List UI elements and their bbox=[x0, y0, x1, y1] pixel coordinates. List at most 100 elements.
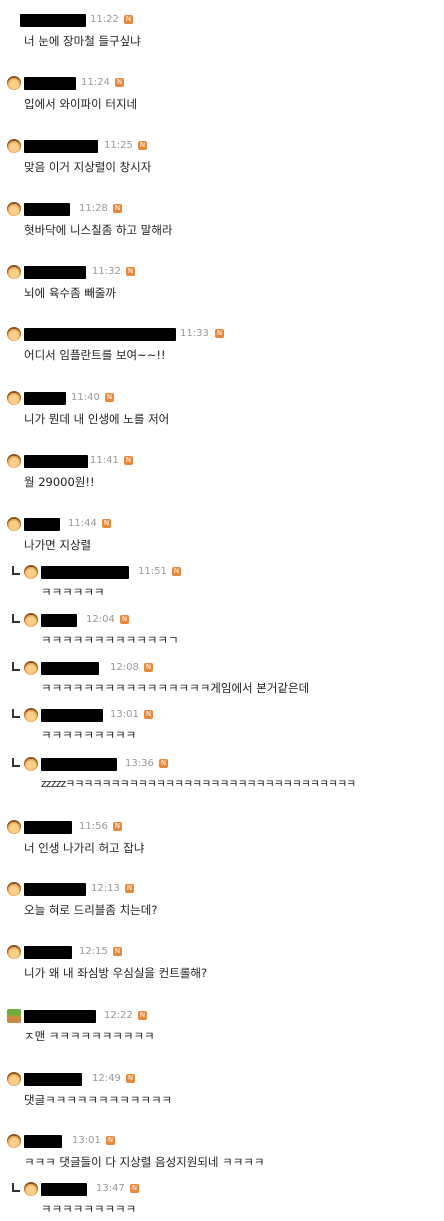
comment-time: 13:36 bbox=[125, 758, 154, 769]
new-badge: N bbox=[124, 456, 133, 465]
avatar-icon[interactable] bbox=[7, 517, 21, 531]
comment-time: 11:25 bbox=[104, 140, 133, 151]
comment-text: 월 29000원!! bbox=[24, 475, 95, 489]
comment-text: 니가 뭔데 내 인생에 노를 저어 bbox=[24, 412, 170, 426]
author-name-redacted[interactable] bbox=[41, 566, 129, 579]
author-name-redacted[interactable] bbox=[24, 1135, 62, 1148]
author-name-redacted[interactable] bbox=[24, 455, 88, 468]
comment-time: 11:51 bbox=[138, 566, 167, 577]
new-badge: N bbox=[144, 663, 153, 672]
author-name-redacted[interactable] bbox=[41, 614, 77, 627]
comment-text: ㅋㅋㅋㅋㅋㅋㅋㅋㅋㅋㅋㅋㅋㅋㅋㅋ게임에서 본거같은데 bbox=[41, 681, 310, 695]
avatar-icon[interactable] bbox=[7, 265, 21, 279]
avatar-icon[interactable] bbox=[24, 708, 38, 722]
author-name-redacted[interactable] bbox=[24, 77, 76, 90]
author-name-redacted[interactable] bbox=[24, 883, 86, 896]
avatar-icon[interactable] bbox=[7, 76, 21, 90]
author-name-redacted[interactable] bbox=[24, 821, 72, 834]
author-name-redacted[interactable] bbox=[41, 709, 103, 722]
new-badge: N bbox=[215, 329, 224, 338]
reply-arrow-icon bbox=[12, 758, 20, 767]
author-name-redacted[interactable] bbox=[24, 946, 72, 959]
comment-text: ㅋㅋㅋㅋㅋㅋ bbox=[41, 585, 105, 599]
avatar-icon[interactable] bbox=[24, 757, 38, 771]
reply-arrow-icon bbox=[12, 662, 20, 671]
author-name-redacted[interactable] bbox=[41, 758, 117, 771]
avatar-icon[interactable] bbox=[7, 1134, 21, 1148]
comment-time: 13:01 bbox=[110, 709, 139, 720]
new-badge: N bbox=[105, 393, 114, 402]
comment-time: 11:41 bbox=[90, 455, 119, 466]
comment-text: 나가면 지상렬 bbox=[24, 538, 92, 552]
comment-text: ㅋㅋㅋㅋㅋㅋㅋㅋㅋ bbox=[41, 728, 137, 742]
comment-time: 11:33 bbox=[180, 328, 209, 339]
avatar-icon[interactable] bbox=[24, 613, 38, 627]
author-name-redacted[interactable] bbox=[24, 266, 86, 279]
new-badge: N bbox=[120, 615, 129, 624]
new-badge: N bbox=[130, 1184, 139, 1193]
avatar-icon[interactable] bbox=[24, 565, 38, 579]
author-name-redacted[interactable] bbox=[20, 14, 86, 27]
reply-arrow-icon bbox=[12, 566, 20, 575]
author-name-redacted[interactable] bbox=[24, 392, 66, 405]
author-name-redacted[interactable] bbox=[41, 1183, 87, 1196]
author-name-redacted[interactable] bbox=[24, 328, 176, 341]
comment-time: 12:49 bbox=[92, 1073, 121, 1084]
comment-time: 12:22 bbox=[104, 1010, 133, 1021]
avatar-icon[interactable] bbox=[7, 202, 21, 216]
reply-arrow-icon bbox=[12, 1183, 20, 1192]
avatar-icon[interactable] bbox=[7, 327, 21, 341]
comment-list: 11:22 N 너 눈에 장마철 들구싶냐 11:24 N 입에서 와이파이 터… bbox=[0, 0, 444, 1221]
comment-time: 11:40 bbox=[71, 392, 100, 403]
comment-text: ㅋㅋㅋㅋㅋㅋㅋㅋㅋ bbox=[41, 1202, 137, 1216]
new-badge: N bbox=[113, 947, 122, 956]
comment-text: 입에서 와이파이 터지네 bbox=[24, 97, 138, 111]
comment-text: 맞음 이거 지상렬이 창시자 bbox=[24, 160, 152, 174]
new-badge: N bbox=[126, 267, 135, 276]
avatar-icon[interactable] bbox=[24, 1182, 38, 1196]
author-name-redacted[interactable] bbox=[24, 1073, 82, 1086]
comment-time: 12:08 bbox=[110, 662, 139, 673]
author-name-redacted[interactable] bbox=[24, 1010, 96, 1023]
author-name-redacted[interactable] bbox=[24, 518, 60, 531]
comment-time: 11:56 bbox=[79, 821, 108, 832]
comment-text: 니가 왜 내 좌심방 우심실을 컨트롤해? bbox=[24, 966, 208, 980]
avatar-icon[interactable] bbox=[7, 454, 21, 468]
comment-text: ㅋㅋㅋ 댓글들이 다 지상렬 음성지원되네 ㅋㅋㅋㅋ bbox=[24, 1155, 265, 1169]
author-name-redacted[interactable] bbox=[24, 203, 70, 216]
new-badge: N bbox=[126, 1074, 135, 1083]
avatar-icon[interactable] bbox=[7, 820, 21, 834]
avatar-icon[interactable] bbox=[7, 945, 21, 959]
avatar-icon[interactable] bbox=[7, 139, 21, 153]
author-name-redacted[interactable] bbox=[41, 662, 99, 675]
author-name-redacted[interactable] bbox=[24, 140, 98, 153]
comment-text: 어디서 임플란트를 보여~~!! bbox=[24, 348, 166, 362]
comment-time: 11:44 bbox=[68, 518, 97, 529]
avatar-icon[interactable] bbox=[24, 661, 38, 675]
new-badge: N bbox=[138, 141, 147, 150]
avatar-icon[interactable] bbox=[7, 1072, 21, 1086]
comment-time: 11:28 bbox=[79, 203, 108, 214]
comment-text: 댓글ㅋㅋㅋㅋㅋㅋㅋㅋㅋㅋㅋㅋ bbox=[24, 1093, 173, 1107]
avatar-icon[interactable] bbox=[7, 882, 21, 896]
new-badge: N bbox=[115, 78, 124, 87]
new-badge: N bbox=[124, 15, 133, 24]
new-badge: N bbox=[113, 822, 122, 831]
comment-text: 혓바닥에 니스칠좀 하고 말해라 bbox=[24, 223, 173, 237]
new-badge: N bbox=[102, 519, 111, 528]
comment-time: 12:15 bbox=[79, 946, 108, 957]
new-badge: N bbox=[172, 567, 181, 576]
new-badge: N bbox=[125, 884, 134, 893]
new-badge: N bbox=[138, 1011, 147, 1020]
new-badge: N bbox=[113, 204, 122, 213]
comment-time: 13:01 bbox=[72, 1135, 101, 1146]
new-badge: N bbox=[159, 759, 168, 768]
comment-text: 너 눈에 장마철 들구싶냐 bbox=[24, 34, 141, 48]
comment-time: 13:47 bbox=[96, 1183, 125, 1194]
comment-text: 너 인생 나가리 허고 잡냐 bbox=[24, 841, 145, 855]
comment-text: ㅈ맨 ㅋㅋㅋㅋㅋㅋㅋㅋㅋㅋ bbox=[24, 1029, 155, 1043]
avatar-icon[interactable] bbox=[7, 1009, 21, 1023]
reply-arrow-icon bbox=[12, 709, 20, 718]
avatar-icon[interactable] bbox=[7, 391, 21, 405]
comment-time: 12:13 bbox=[91, 883, 120, 894]
